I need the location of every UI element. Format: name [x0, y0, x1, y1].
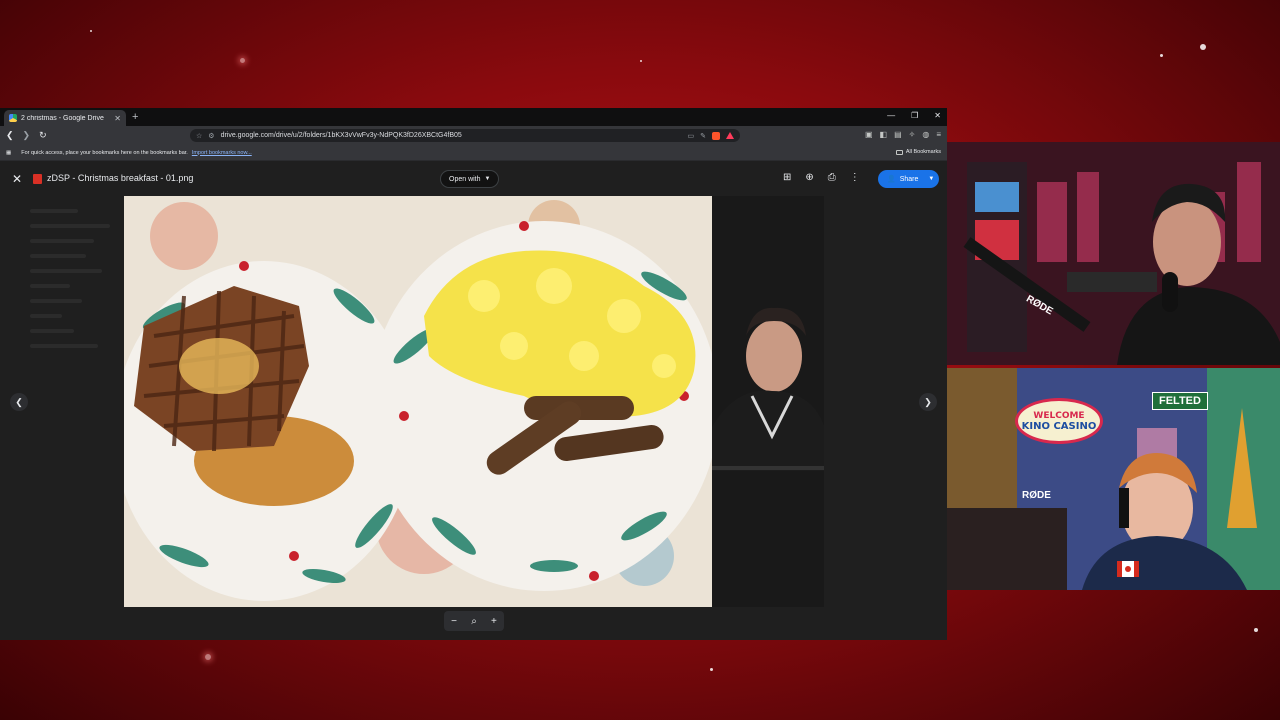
address-bar[interactable]: ☆ ⚙ drive.google.com/drive/u/2/folders/1…: [190, 129, 740, 142]
window-controls: — ❐ ✕: [887, 111, 941, 120]
background-sparkle: [640, 60, 642, 62]
streamer-overlay-area: [707, 196, 827, 607]
window-close-icon[interactable]: ✕: [934, 111, 941, 120]
extensions-icon[interactable]: ◧: [880, 130, 888, 139]
back-icon[interactable]: ❮: [6, 130, 14, 141]
share-person-icon: 👤: [887, 176, 896, 183]
background-sparkle: [710, 668, 713, 671]
webcam-host-1-art: [947, 142, 1280, 365]
tab-close-icon[interactable]: ✕: [114, 114, 121, 123]
webcam-host-1: RØDE: [947, 142, 1280, 365]
zoom-controls: − ⌕ +: [444, 611, 504, 631]
browser-tab[interactable]: 2 christmas - Google Drive ✕: [4, 110, 126, 126]
sidebar-icon[interactable]: ▣: [865, 130, 873, 139]
file-preview: ✕ zDSP - Christmas breakfast - 01.png Op…: [0, 161, 947, 640]
browser-window: 2 christmas - Google Drive ✕ + — ❐ ✕ ❮ ❯…: [0, 108, 947, 640]
share-label: Share: [899, 175, 919, 183]
background-sparkle: [90, 30, 92, 32]
zoom-in-icon[interactable]: +: [491, 616, 497, 627]
restore-icon[interactable]: ❐: [911, 111, 918, 120]
toolbar-right-icons: ▣ ◧ ▤ ✧ ◍ ≡: [865, 130, 941, 139]
bookmark-star-icon[interactable]: ☆: [196, 132, 202, 140]
chevron-down-icon: ▼: [484, 176, 491, 182]
cast-icon[interactable]: ▭: [688, 132, 695, 140]
tab-strip: 2 christmas - Google Drive ✕ + — ❐ ✕: [0, 108, 947, 126]
preview-actions: ⊞ ⊕ ⎙ ⋮: [783, 172, 860, 183]
new-tab-icon[interactable]: +: [132, 111, 138, 123]
zoom-icon[interactable]: ⌕: [471, 616, 477, 627]
streamer-cam-art: [707, 307, 827, 471]
brave-rewards-icon[interactable]: [726, 132, 734, 139]
welcome-sign-bottom: KINO CASINO: [1021, 420, 1097, 432]
open-with-label: Open with: [449, 175, 481, 183]
all-bookmarks-button[interactable]: All Bookmarks: [895, 149, 941, 155]
chevron-down-icon: ▼: [928, 176, 935, 182]
bookmarks-bar: ▦ For quick access, place your bookmarks…: [0, 145, 947, 161]
background-sparkle: [240, 58, 245, 63]
webcam-host-2-art: [947, 368, 1280, 590]
mic-brand-label: RØDE: [1022, 490, 1051, 501]
close-preview-icon[interactable]: ✕: [12, 172, 22, 186]
ai-icon[interactable]: ✧: [909, 130, 916, 139]
comment-icon[interactable]: ⊕: [805, 172, 813, 183]
file-name: zDSP - Christmas breakfast - 01.png: [47, 173, 194, 183]
forward-icon[interactable]: ❯: [23, 130, 31, 141]
url-text: drive.google.com/drive/u/2/folders/1bKX3…: [220, 132, 462, 139]
google-drive-icon: [9, 114, 17, 122]
welcome-sign-top: WELCOME: [1033, 410, 1085, 421]
breakfast-photo: [124, 196, 712, 607]
street-sign: FELTED: [1152, 392, 1208, 410]
wallet-icon[interactable]: ▤: [894, 130, 902, 139]
import-bookmarks-link[interactable]: Import bookmarks now...: [192, 150, 252, 156]
breakfast-photo-art: [124, 196, 712, 607]
folder-icon: [895, 149, 903, 155]
browser-toolbar: ❮ ❯ ↻ ☆ ⚙ drive.google.com/drive/u/2/fol…: [0, 126, 947, 145]
edit-icon[interactable]: ✎: [700, 132, 706, 140]
apps-icon[interactable]: ▦: [6, 150, 11, 156]
zoom-out-icon[interactable]: −: [451, 616, 457, 627]
all-bookmarks-label: All Bookmarks: [905, 149, 941, 155]
image-file-icon: [33, 174, 42, 184]
bookmarks-prompt: For quick access, place your bookmarks h…: [21, 149, 188, 156]
share-button[interactable]: 👤 Share ▼: [878, 170, 939, 188]
vpn-icon[interactable]: ◍: [922, 130, 929, 139]
background-sparkle: [1200, 44, 1206, 50]
minimize-icon[interactable]: —: [887, 111, 895, 120]
background-sparkle: [1160, 54, 1163, 57]
site-info-icon[interactable]: ⚙: [208, 132, 214, 140]
prev-arrow-icon[interactable]: ❮: [10, 393, 28, 411]
more-icon[interactable]: ⋮: [850, 172, 860, 183]
preview-header: ✕ zDSP - Christmas breakfast - 01.png Op…: [0, 161, 947, 197]
print-icon[interactable]: ⎙: [828, 172, 836, 183]
tab-title: 2 christmas - Google Drive: [21, 114, 104, 122]
open-with-button[interactable]: Open with ▼: [440, 170, 500, 188]
welcome-sign: WELCOME KINO CASINO: [1015, 398, 1103, 444]
background-sparkle: [1254, 628, 1258, 632]
drive-sidebar-dimmed: [30, 209, 110, 359]
reload-icon[interactable]: ↻: [39, 130, 47, 141]
menu-icon[interactable]: ≡: [936, 130, 941, 139]
next-arrow-icon[interactable]: ❯: [919, 393, 937, 411]
brave-shield-icon[interactable]: [712, 131, 720, 140]
webcam-host-2: WELCOME KINO CASINO FELTED RØDE: [947, 368, 1280, 590]
omnibox-actions: ▭ ✎: [688, 131, 734, 140]
background-sparkle: [205, 654, 211, 660]
add-to-drive-icon[interactable]: ⊞: [783, 172, 791, 183]
